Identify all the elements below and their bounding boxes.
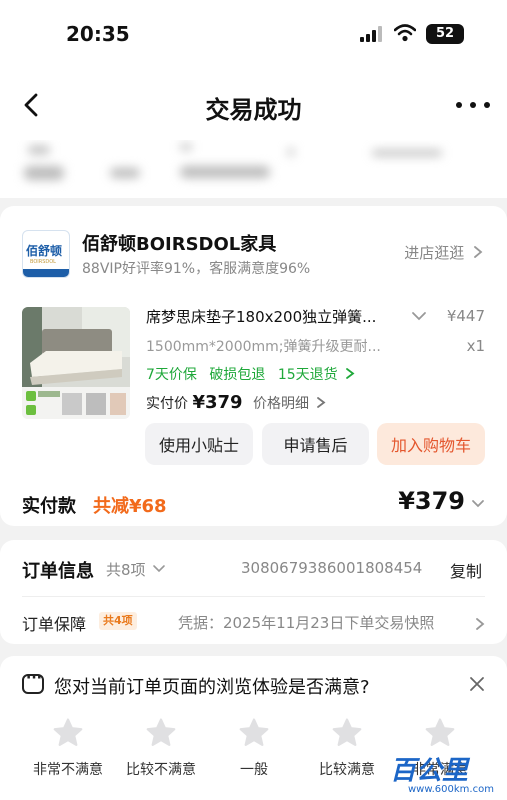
star-icon xyxy=(425,718,455,746)
rating-dissatisfied[interactable]: 比较不满意 xyxy=(115,716,207,779)
close-icon[interactable] xyxy=(467,674,487,694)
paid-total[interactable]: ¥379 xyxy=(398,487,465,515)
after-sale-button[interactable]: 申请售后 xyxy=(262,423,369,465)
service-promises[interactable]: 7天价保 破损包退 15天退货 xyxy=(146,364,355,384)
chevron-down-icon[interactable] xyxy=(411,310,427,322)
battery-icon: 52 xyxy=(426,24,464,44)
order-snapshot-link[interactable]: 凭据：2025年11月23日下单交易快照 xyxy=(178,612,434,633)
star-icon xyxy=(53,718,83,746)
status-time: 20:35 xyxy=(66,22,130,46)
product-price: ¥447 xyxy=(446,307,485,325)
chevron-down-icon[interactable] xyxy=(471,499,485,509)
rating-very-dissatisfied[interactable]: 非常不满意 xyxy=(22,716,114,779)
product-image[interactable] xyxy=(22,307,130,419)
watermark: 百公里 www.600km.com xyxy=(390,756,494,795)
survey-question: 您对当前订单页面的浏览体验是否满意? xyxy=(54,677,370,698)
redacted-info-strip xyxy=(0,140,507,198)
order-item-card: 佰舒顿 BOIRSDOL 佰舒顿BOIRSDOL家具 88VIP好评率91%，客… xyxy=(0,206,507,526)
order-info-card: 订单信息 共8项 3080679386001808454 复制 订单保障 共4项… xyxy=(0,540,507,644)
chevron-down-icon xyxy=(153,565,166,573)
promise-damage-return: 破损包退 xyxy=(209,367,266,383)
chevron-right-icon[interactable] xyxy=(475,617,485,631)
visit-shop-link[interactable]: 进店逛逛 xyxy=(404,242,483,263)
divider xyxy=(22,596,485,597)
order-number: 3080679386001808454 xyxy=(241,559,423,577)
add-to-cart-button[interactable]: 加入购物车 xyxy=(377,423,485,465)
chevron-right-icon xyxy=(317,397,326,408)
status-bar: 20:35 52 xyxy=(0,0,507,70)
usage-tips-button[interactable]: 使用小贴士 xyxy=(145,423,253,465)
shop-logo[interactable]: 佰舒顿 BOIRSDOL xyxy=(22,230,70,278)
paid-discount: 共减¥68 xyxy=(93,496,167,517)
star-icon xyxy=(332,718,362,746)
chevron-right-icon xyxy=(474,246,483,258)
guarantee-count-badge: 共4项 xyxy=(99,612,137,630)
nav-bar: 交易成功 xyxy=(0,70,507,140)
wifi-icon xyxy=(393,24,417,42)
page-title: 交易成功 xyxy=(205,96,302,124)
actual-price: ¥379 xyxy=(192,392,243,413)
chat-bubble-icon xyxy=(22,670,44,694)
product-spec: 1500mm*2000mm;弹簧升级更耐... xyxy=(146,339,381,355)
price-detail-link: 价格明细 xyxy=(253,396,310,412)
rating-neutral[interactable]: 一般 xyxy=(208,716,300,779)
copy-order-number-button[interactable]: 复制 xyxy=(450,558,482,582)
order-info-title: 订单信息 xyxy=(22,561,94,582)
promise-price-protect: 7天价保 xyxy=(146,367,197,383)
star-icon xyxy=(146,718,176,746)
order-item-count[interactable]: 共8项 xyxy=(106,559,166,580)
actual-price-line[interactable]: 实付价 ¥379 价格明细 xyxy=(146,392,326,413)
promise-15day-return: 15天退货 xyxy=(277,367,338,383)
more-options-button[interactable] xyxy=(456,95,490,115)
paid-label: 实付款 xyxy=(22,496,76,517)
shop-rating: 88VIP好评率91%，客服满意度96% xyxy=(82,261,311,277)
shop-name[interactable]: 佰舒顿BOIRSDOL家具 xyxy=(82,230,276,256)
star-icon xyxy=(239,718,269,746)
order-guarantee-label[interactable]: 订单保障 xyxy=(22,611,86,635)
chevron-right-icon xyxy=(346,368,355,379)
signal-icon xyxy=(360,26,384,42)
product-title[interactable]: 席梦思床垫子180x200独立弹簧... xyxy=(146,306,402,327)
product-quantity: x1 xyxy=(466,337,485,355)
